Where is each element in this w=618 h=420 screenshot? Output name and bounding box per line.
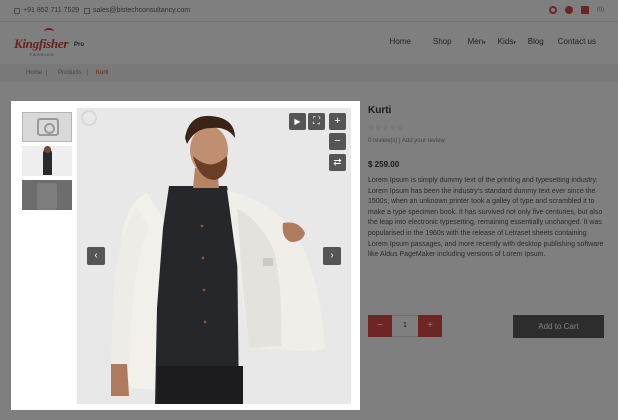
jacket-thumb-image: [37, 183, 57, 210]
model-thumb-image: [43, 146, 52, 175]
thumbnail-1[interactable]: [22, 112, 72, 142]
fullscreen-button[interactable]: ⛶: [308, 113, 325, 130]
thumbnail-3[interactable]: [22, 180, 72, 210]
thumbnail-strip: [22, 112, 72, 214]
thumbnail-2[interactable]: [22, 146, 72, 176]
prev-arrow[interactable]: ‹: [87, 247, 105, 265]
zoom-out-button[interactable]: −: [329, 133, 346, 150]
main-image[interactable]: ▶ ⛶ + − ⇄ ‹ ›: [77, 108, 351, 404]
image-lightbox: ▶ ⛶ + − ⇄ ‹ ›: [11, 101, 360, 410]
slideshow-button[interactable]: ▶: [289, 113, 306, 130]
camera-icon: [37, 118, 59, 136]
swap-button[interactable]: ⇄: [329, 154, 346, 171]
zoom-in-button[interactable]: +: [329, 113, 346, 130]
model-photo: [77, 108, 351, 404]
next-arrow[interactable]: ›: [323, 247, 341, 265]
